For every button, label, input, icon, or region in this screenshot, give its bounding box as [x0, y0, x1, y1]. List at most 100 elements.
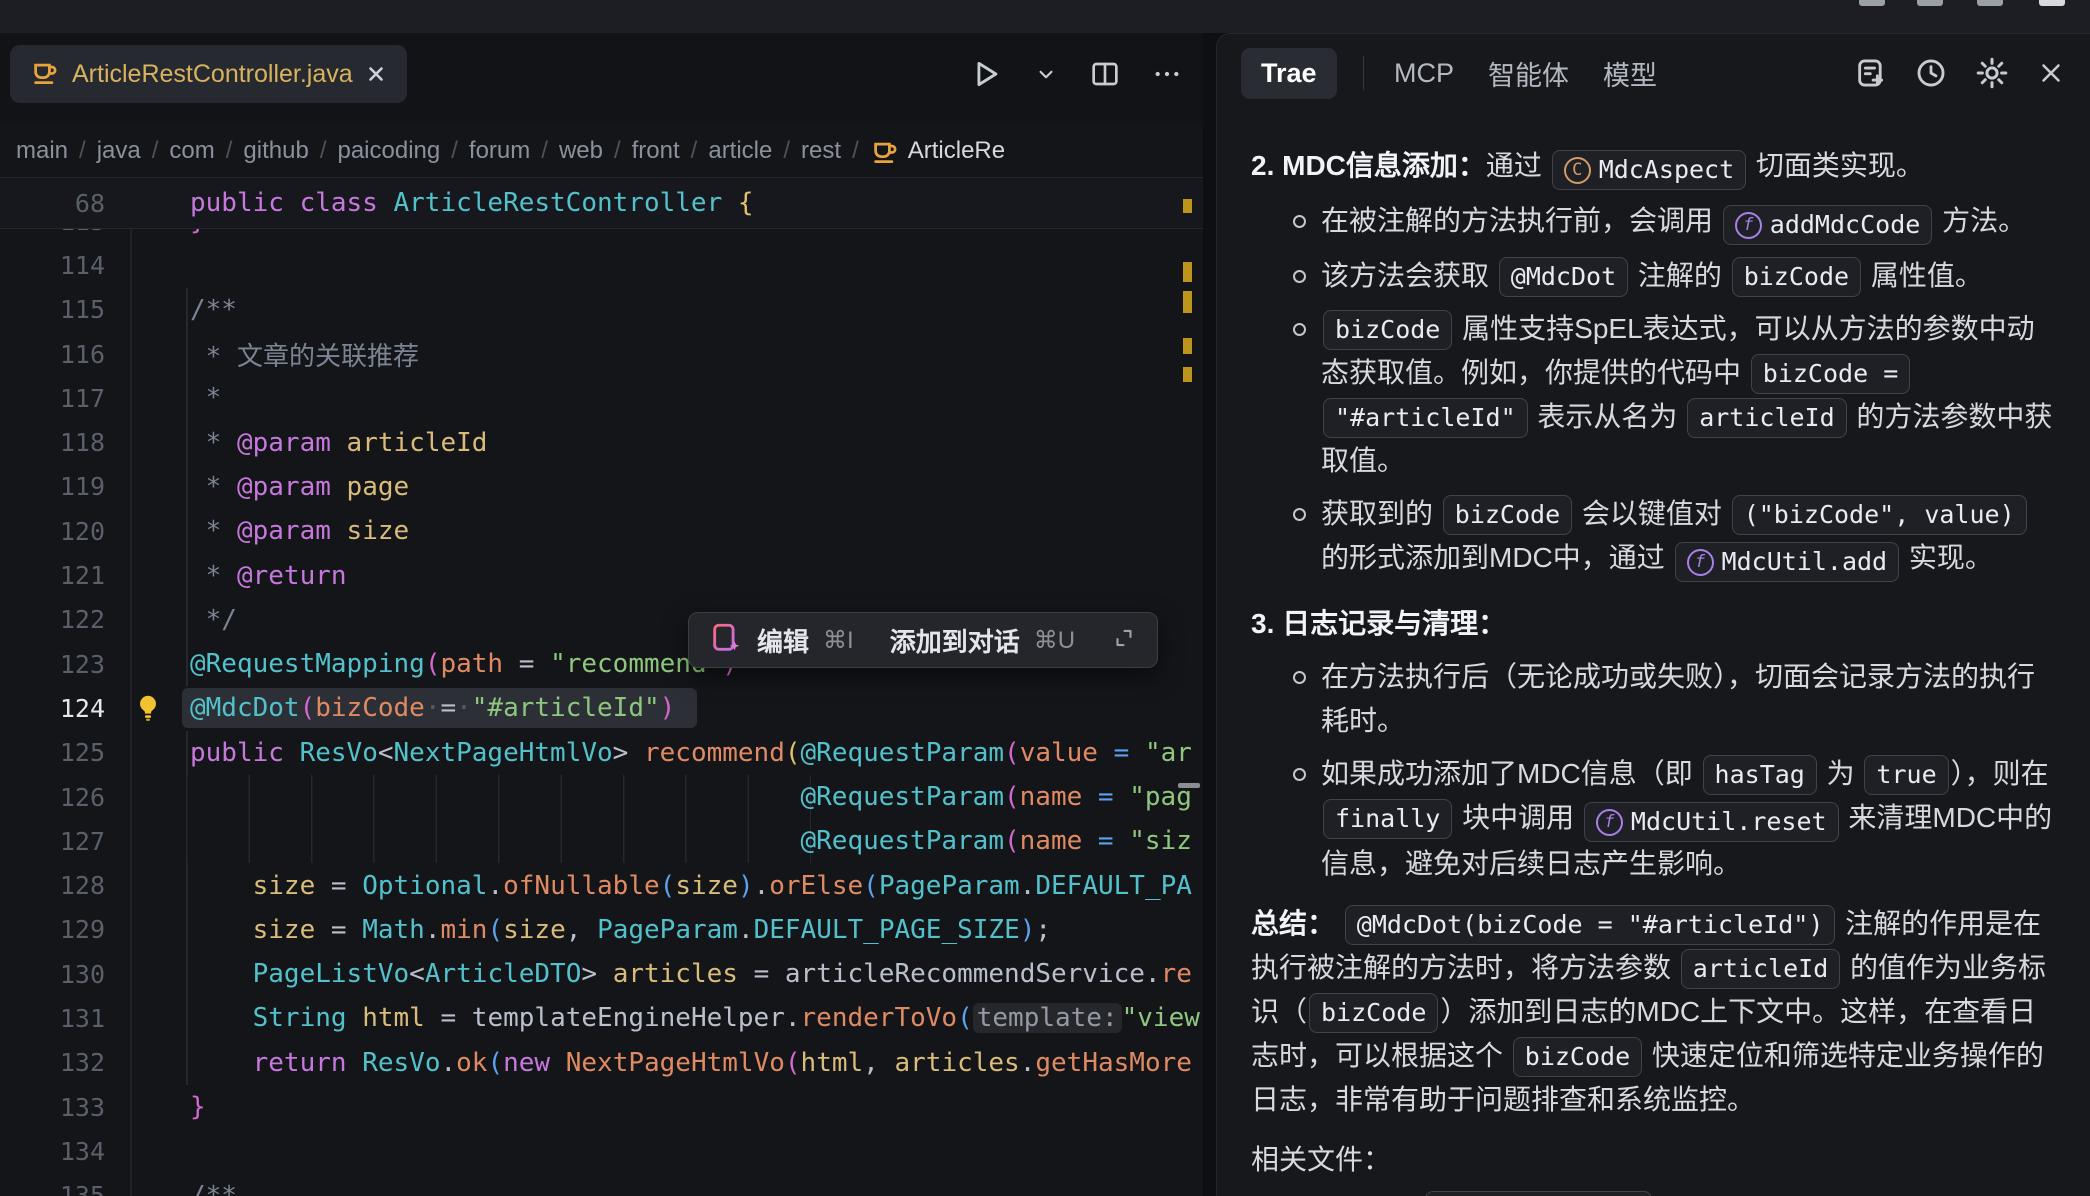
breadcrumb-item[interactable]: front [632, 137, 680, 165]
code-line-115[interactable]: 115/** [0, 288, 1203, 332]
line-number[interactable]: 124 [0, 694, 130, 723]
overview-ruler-marker [1183, 199, 1192, 213]
ai-tab-智能体[interactable]: 智能体 [1484, 44, 1573, 103]
code-line-130[interactable]: 130 PageListVo<ArticleDTO> articles = ar… [0, 952, 1203, 996]
code-text: size = Optional.ofNullable(size).orElse(… [130, 871, 1192, 901]
line-number[interactable]: 131 [0, 1004, 130, 1033]
split-editor-icon[interactable] [1089, 58, 1121, 90]
code-reference-chip[interactable]: MdcDot.java [1425, 1191, 1653, 1196]
breadcrumb-file[interactable]: ArticleRe [870, 136, 1005, 166]
ai-tab-模型[interactable]: 模型 [1599, 44, 1661, 103]
code-reference-chip[interactable]: true [1864, 755, 1948, 795]
line-number[interactable]: 134 [0, 1137, 130, 1166]
line-number[interactable]: 121 [0, 561, 130, 590]
new-chat-icon[interactable] [1854, 56, 1888, 90]
code-line-132[interactable]: 132 return ResVo.ok(new NextPageHtmlVo(h… [0, 1041, 1203, 1085]
code-reference-chip[interactable]: articleId [1681, 949, 1840, 989]
line-number[interactable]: 116 [0, 340, 130, 369]
breadcrumb: main/java/com/github/paicoding/forum/web… [0, 125, 1203, 177]
code-reference-chip[interactable]: hasTag [1703, 755, 1817, 795]
code-reference-chip[interactable]: finally [1323, 799, 1452, 839]
code-text: * @param page [130, 472, 409, 502]
breadcrumb-item[interactable]: com [169, 137, 214, 165]
code-line-131[interactable]: 131 String html = templateEngineHelper.r… [0, 996, 1203, 1040]
code-reference-chip[interactable]: bizCode [1323, 310, 1452, 350]
breadcrumb-item[interactable]: article [708, 137, 772, 165]
code-reference-chip[interactable]: bizCode [1443, 495, 1572, 535]
expand-corners-icon[interactable] [1111, 625, 1137, 656]
code-line-124[interactable]: 124@MdcDot(bizCode·=·"#articleId") [0, 686, 1203, 730]
add-to-chat-button[interactable]: 添加到对话 [890, 622, 1020, 659]
run-icon[interactable] [969, 57, 1003, 91]
code-line-129[interactable]: 129 size = Math.min(size, PageParam.DEFA… [0, 908, 1203, 952]
line-number[interactable]: 130 [0, 960, 130, 989]
breadcrumb-item[interactable]: rest [801, 137, 841, 165]
line-number[interactable]: 122 [0, 605, 130, 634]
code-reference-chip[interactable]: articleId [1687, 398, 1846, 438]
code-line-116[interactable]: 116 * 文章的关联推荐 [0, 332, 1203, 376]
code-line-121[interactable]: 121 * @return [0, 553, 1203, 597]
code-reference-chip[interactable]: CMdcAspect [1552, 150, 1746, 190]
line-number[interactable]: 132 [0, 1048, 130, 1077]
code-line-128[interactable]: 128 size = Optional.ofNullable(size).orE… [0, 863, 1203, 907]
breadcrumb-item[interactable]: paicoding [337, 137, 440, 165]
settings-icon[interactable] [1974, 55, 2010, 91]
breadcrumb-item[interactable]: github [243, 137, 308, 165]
line-number[interactable]: 127 [0, 827, 130, 856]
code-reference-chip[interactable]: fMdcUtil.add [1675, 542, 1900, 582]
code-line-126[interactable]: 126 @RequestParam(name = "pag [0, 775, 1203, 819]
breadcrumb-item[interactable]: main [16, 137, 68, 165]
line-number[interactable]: 126 [0, 783, 130, 812]
code-reference-chip[interactable]: bizCode [1513, 1037, 1642, 1077]
code-line-125[interactable]: 125public ResVo<NextPageHtmlVo> recommen… [0, 731, 1203, 775]
line-number[interactable]: 117 [0, 384, 130, 413]
code-line-113[interactable]: 113} [0, 229, 1203, 243]
breadcrumb-item[interactable]: java [97, 137, 141, 165]
line-number[interactable]: 68 [0, 189, 130, 218]
code-reference-chip[interactable]: @MdcDot [1499, 257, 1628, 297]
lightbulb-icon[interactable] [132, 692, 164, 731]
code-reference-chip[interactable]: ("bizCode", value) [1732, 495, 2027, 535]
edit-action-button[interactable]: 编辑 [757, 622, 809, 659]
code-line-68[interactable]: 68public class ArticleRestController { [0, 178, 1203, 228]
more-icon[interactable] [1151, 58, 1183, 90]
code-reference-chip[interactable]: bizCode [1309, 993, 1438, 1033]
history-icon[interactable] [1914, 56, 1948, 90]
code-line-134[interactable]: 134 [0, 1129, 1203, 1173]
line-number[interactable]: 125 [0, 738, 130, 767]
sticky-scroll-line[interactable]: 68public class ArticleRestController { [0, 177, 1203, 229]
close-tab-icon[interactable] [365, 63, 387, 85]
code-reference-chip[interactable]: bizCode [1732, 257, 1861, 297]
code-line-135[interactable]: 135/** [0, 1174, 1203, 1196]
line-number[interactable]: 114 [0, 251, 130, 280]
ai-tab-mcp[interactable]: MCP [1390, 48, 1458, 99]
ai-tab-trae[interactable]: Trae [1241, 48, 1337, 99]
line-number[interactable]: 133 [0, 1093, 130, 1122]
code-reference-chip[interactable]: fMdcUtil.reset [1584, 802, 1839, 842]
line-number[interactable]: 135 [0, 1181, 130, 1196]
code-reference-chip[interactable]: "#articleId" [1323, 398, 1528, 438]
line-number[interactable]: 128 [0, 871, 130, 900]
code-reference-chip[interactable]: @MdcDot(bizCode = "#articleId") [1345, 905, 1836, 945]
line-number[interactable]: 119 [0, 472, 130, 501]
editor-tab-article-rest-controller[interactable]: ArticleRestController.java [10, 45, 407, 103]
close-icon[interactable] [2036, 58, 2066, 88]
line-number[interactable]: 120 [0, 517, 130, 546]
line-number[interactable]: 123 [0, 650, 130, 679]
code-line-117[interactable]: 117 * [0, 376, 1203, 420]
line-number[interactable]: 115 [0, 295, 130, 324]
line-number[interactable]: 113 [0, 229, 130, 236]
code-line-127[interactable]: 127 @RequestParam(name = "siz [0, 819, 1203, 863]
breadcrumb-item[interactable]: web [559, 137, 603, 165]
code-line-133[interactable]: 133} [0, 1085, 1203, 1129]
code-line-114[interactable]: 114 [0, 243, 1203, 287]
code-line-120[interactable]: 120 * @param size [0, 509, 1203, 553]
code-reference-chip[interactable]: faddMdcCode [1723, 205, 1933, 245]
code-reference-chip[interactable]: bizCode = [1751, 354, 1910, 394]
line-number[interactable]: 129 [0, 915, 130, 944]
breadcrumb-item[interactable]: forum [469, 137, 530, 165]
chevron-down-icon[interactable] [1033, 61, 1059, 87]
code-line-118[interactable]: 118 * @param articleId [0, 420, 1203, 464]
code-line-119[interactable]: 119 * @param page [0, 465, 1203, 509]
line-number[interactable]: 118 [0, 428, 130, 457]
